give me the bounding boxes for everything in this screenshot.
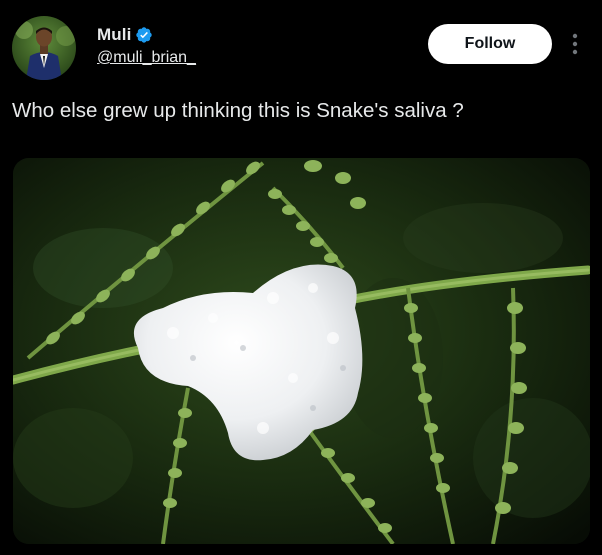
- tweet-post: Muli @muli_brian_ Follow Who else grew u…: [0, 0, 602, 555]
- post-header: Muli @muli_brian_ Follow: [0, 0, 602, 90]
- follow-button[interactable]: Follow: [428, 24, 552, 64]
- more-options-icon[interactable]: [568, 31, 582, 57]
- verified-badge-icon: [135, 26, 153, 44]
- author-handle[interactable]: @muli_brian_: [97, 49, 196, 67]
- photo-icon: [13, 158, 590, 544]
- name-row: Muli: [97, 24, 196, 46]
- author-info: Muli @muli_brian_: [97, 24, 196, 67]
- post-text: Who else grew up thinking this is Snake'…: [12, 99, 464, 122]
- author-display-name[interactable]: Muli: [97, 25, 131, 45]
- post-media-image[interactable]: [13, 158, 590, 544]
- avatar[interactable]: [12, 16, 76, 80]
